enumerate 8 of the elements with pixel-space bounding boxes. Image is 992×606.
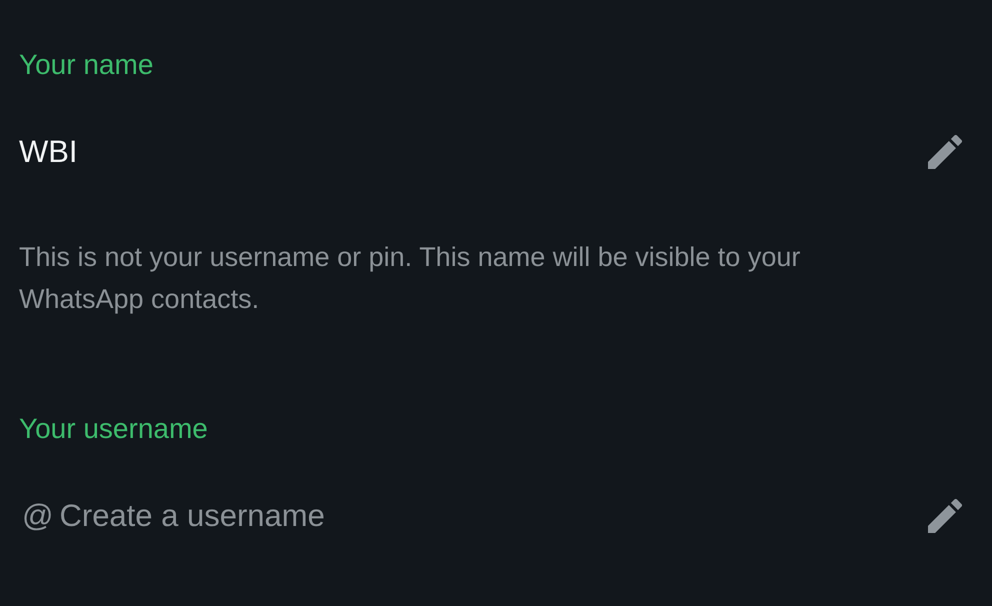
name-value: WBI xyxy=(19,134,78,170)
pencil-icon[interactable] xyxy=(928,135,962,169)
help-text: This is not your username or pin. This name will be visible to your WhatsApp contacts. xyxy=(19,241,802,316)
pencil-icon[interactable] xyxy=(928,499,962,533)
field-label: Your name xyxy=(19,48,154,82)
at-sign-prefix: @ xyxy=(22,498,54,534)
username-input[interactable]: Create a username xyxy=(59,498,380,534)
field-label: Your username xyxy=(19,412,208,446)
